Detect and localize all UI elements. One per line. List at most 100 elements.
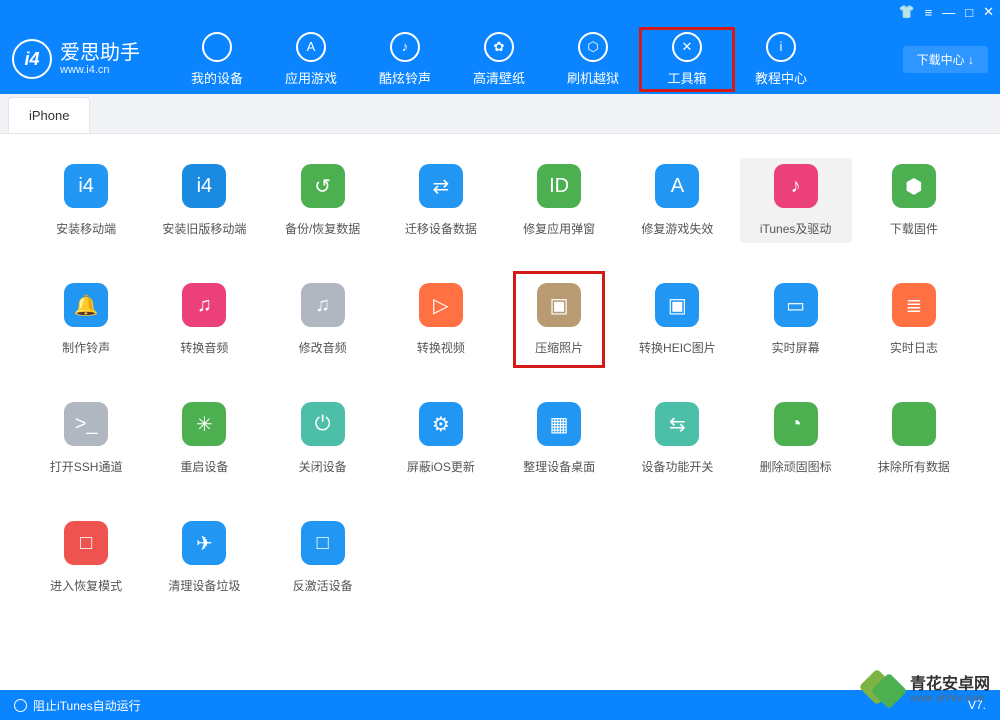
nav-酷炫铃声[interactable]: ♪ 酷炫铃声 — [358, 28, 452, 91]
tool-icon: ↺ — [301, 164, 345, 208]
download-center-button[interactable]: 下载中心 ↓ — [903, 46, 988, 73]
tool-icon: ▦ — [537, 402, 581, 446]
tool-label: 压缩照片 — [535, 339, 583, 356]
nav-icon: ⬡ — [578, 32, 608, 62]
watermark: 青花安卓网 www.qhhlv.com — [864, 670, 990, 710]
tool-备份/恢复数据[interactable]: ↺ 备份/恢复数据 — [267, 158, 379, 243]
tool-安装移动端[interactable]: i4安装移动端 — [30, 158, 142, 243]
tool-label: 关闭设备 — [299, 458, 347, 475]
tool-转换HEIC图片[interactable]: ▣转换HEIC图片 — [621, 277, 733, 362]
tool-label: 屏蔽iOS更新 — [407, 458, 475, 475]
tool-label: 设备功能开关 — [641, 458, 713, 475]
nav-icon: ✿ — [484, 32, 514, 62]
tool-icon: i4 — [182, 164, 226, 208]
tool-label: 制作铃声 — [62, 339, 110, 356]
tool-压缩照片[interactable]: ▣ 压缩照片 — [503, 277, 615, 362]
minimize-icon[interactable]: — — [942, 5, 955, 20]
tool-icon: ▷ — [419, 283, 463, 327]
tool-icon: ▣ — [537, 283, 581, 327]
nav-icon: ✕ — [672, 32, 702, 62]
watermark-icon — [864, 670, 904, 710]
tool-icon: i4 — [64, 164, 108, 208]
nav-icon: ♪ — [390, 32, 420, 62]
header: i4 爱思助手 www.i4.cn 我的设备 A应用游戏 ♪ 酷炫铃声 ✿高清壁纸 ⬡ 刷机… — [0, 24, 1000, 94]
tool-label: 打开SSH通道 — [50, 458, 123, 475]
tool-label: 转换音频 — [180, 339, 228, 356]
tool-label: 修复游戏失效 — [641, 220, 713, 237]
tool-抹除所有数据[interactable]: 抹除所有数据 — [858, 396, 970, 481]
tool-制作铃声[interactable]: 🔔 制作铃声 — [30, 277, 142, 362]
nav-高清壁纸[interactable]: ✿高清壁纸 — [452, 28, 546, 91]
tool-icon: >_ — [64, 402, 108, 446]
tool-icon: ✳ — [182, 402, 226, 446]
tool-icon: 🔔 — [64, 283, 108, 327]
tool-icon — [892, 402, 936, 446]
tool-label: 实时屏幕 — [772, 339, 820, 356]
tool-icon: ⇄ — [419, 164, 463, 208]
tool-icon: ♫ — [301, 283, 345, 327]
tool-迁移设备数据[interactable]: ⇄ 迁移设备数据 — [385, 158, 497, 243]
tool-iTunes及驱动[interactable]: ♪iTunes及驱动 — [740, 158, 852, 243]
tool-icon: ⚙ — [419, 402, 463, 446]
tool-label: 备份/恢复数据 — [285, 220, 360, 237]
tool-重启设备[interactable]: ✳ 重启设备 — [148, 396, 260, 481]
tool-反激活设备[interactable]: □反激活设备 — [267, 515, 379, 600]
logo-icon: i4 — [12, 39, 52, 79]
tool-label: 清理设备垃圾 — [168, 577, 240, 594]
tool-修改音频[interactable]: ♫修改音频 — [267, 277, 379, 362]
tool-label: 整理设备桌面 — [523, 458, 595, 475]
tool-label: 删除顽固图标 — [760, 458, 832, 475]
tool-实时日志[interactable]: ≣实时日志 — [858, 277, 970, 362]
watermark-title: 青花安卓网 — [910, 676, 990, 694]
nav-label: 酷炫铃声 — [379, 68, 431, 87]
tool-屏蔽iOS更新[interactable]: ⚙ 屏蔽iOS更新 — [385, 396, 497, 481]
tool-转换视频[interactable]: ▷转换视频 — [385, 277, 497, 362]
tool-修复应用弹窗[interactable]: ID修复应用弹窗 — [503, 158, 615, 243]
nav-label: 刷机越狱 — [567, 68, 619, 87]
tool-打开SSH通道[interactable]: >_ 打开SSH通道 — [30, 396, 142, 481]
tool-修复游戏失效[interactable]: A 修复游戏失效 — [621, 158, 733, 243]
tool-label: 进入恢复模式 — [50, 577, 122, 594]
tool-设备功能开关[interactable]: ⇆ 设备功能开关 — [621, 396, 733, 481]
footer: 阻止iTunes自动运行 V7. — [0, 690, 1000, 720]
tool-进入恢复模式[interactable]: □ 进入恢复模式 — [30, 515, 142, 600]
tool-icon: ⏻ — [301, 402, 345, 446]
close-icon[interactable]: ✕ — [983, 4, 994, 20]
tool-整理设备桌面[interactable]: ▦ 整理设备桌面 — [503, 396, 615, 481]
titlebar: 👕 ≡ — □ ✕ — [0, 0, 1000, 24]
tool-icon: A — [655, 164, 699, 208]
tool-安装旧版移动端[interactable]: i4 安装旧版移动端 — [148, 158, 260, 243]
tabbar: iPhone — [0, 94, 1000, 134]
tool-下载固件[interactable]: ⬢下载固件 — [858, 158, 970, 243]
maximize-icon[interactable]: □ — [965, 5, 973, 20]
nav-label: 教程中心 — [755, 68, 807, 87]
tool-icon: ♫ — [182, 283, 226, 327]
tool-icon: ▣ — [655, 283, 699, 327]
tool-label: 安装旧版移动端 — [162, 220, 246, 237]
nav-工具箱[interactable]: ✕工具箱 — [640, 28, 734, 91]
tool-icon: □ — [64, 521, 108, 565]
tool-icon: ♪ — [774, 164, 818, 208]
nav-教程中心[interactable]: i教程中心 — [734, 28, 828, 91]
tool-label: 实时日志 — [890, 339, 938, 356]
tool-icon: ID — [537, 164, 581, 208]
nav-label: 我的设备 — [191, 68, 243, 87]
tool-删除顽固图标[interactable]: ◔删除顽固图标 — [740, 396, 852, 481]
nav-我的设备[interactable]: 我的设备 — [170, 28, 264, 91]
tool-icon: ⇆ — [655, 402, 699, 446]
tool-清理设备垃圾[interactable]: ✈清理设备垃圾 — [148, 515, 260, 600]
tool-关闭设备[interactable]: ⏻ 关闭设备 — [267, 396, 379, 481]
tab-iphone[interactable]: iPhone — [8, 97, 90, 133]
tool-转换音频[interactable]: ♫ 转换音频 — [148, 277, 260, 362]
tool-label: 重启设备 — [180, 458, 228, 475]
nav-刷机越狱[interactable]: ⬡ 刷机越狱 — [546, 28, 640, 91]
logo: i4 爱思助手 www.i4.cn — [12, 39, 140, 79]
tool-label: 迁移设备数据 — [405, 220, 477, 237]
shirt-icon[interactable]: 👕 — [898, 4, 914, 20]
tool-icon: ▭ — [774, 283, 818, 327]
footer-status: 阻止iTunes自动运行 — [33, 697, 141, 714]
tool-icon: □ — [301, 521, 345, 565]
tool-实时屏幕[interactable]: ▭ 实时屏幕 — [740, 277, 852, 362]
nav-应用游戏[interactable]: A应用游戏 — [264, 28, 358, 91]
menu-icon[interactable]: ≡ — [925, 5, 933, 20]
